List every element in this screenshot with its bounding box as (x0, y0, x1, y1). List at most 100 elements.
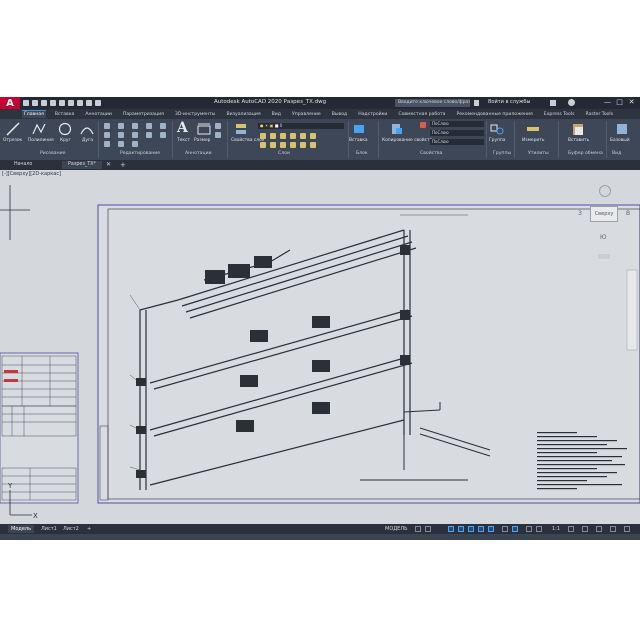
leader-icon[interactable] (215, 123, 221, 129)
panel-properties-title[interactable]: Свойства (420, 151, 442, 156)
base-view-label[interactable]: Базовый (610, 138, 630, 143)
autocad-logo-button[interactable]: A (0, 97, 20, 109)
offset-icon[interactable] (118, 141, 124, 147)
panel-clipboard-title[interactable]: Буфер обмена (568, 151, 603, 156)
tab-layout1[interactable]: Лист1 (38, 525, 60, 533)
maximize-button[interactable]: □ (615, 98, 624, 107)
panel-annotation-title[interactable]: Аннотации (185, 151, 212, 156)
annotation-visibility-icon[interactable] (526, 526, 532, 532)
paste-icon[interactable] (571, 122, 585, 136)
new-tab-icon[interactable]: + (120, 161, 126, 169)
dimension-button-label[interactable]: Размер (194, 138, 210, 143)
new-file-icon[interactable] (23, 100, 29, 106)
minimize-button[interactable]: — (603, 98, 612, 107)
annotation-autoscale-icon[interactable] (536, 526, 542, 532)
isodraft-icon[interactable] (468, 526, 474, 532)
measure-button-label[interactable]: Измерить (522, 138, 544, 143)
search-icon[interactable] (474, 100, 479, 106)
lineweight-icon[interactable] (502, 526, 508, 532)
compass-north-icon[interactable] (599, 185, 611, 197)
tab-model[interactable]: Модель (8, 525, 35, 533)
copy-icon[interactable] (160, 123, 166, 129)
layer-icon[interactable] (300, 133, 306, 139)
layer-icon[interactable] (280, 142, 286, 148)
circle-icon[interactable] (58, 122, 72, 136)
linetype-dropdown[interactable]: ПоСлою (430, 139, 484, 145)
color-swatch-icon[interactable] (420, 122, 426, 128)
base-view-icon[interactable] (615, 122, 629, 136)
text-button-label[interactable]: Текст (177, 138, 190, 143)
tab-layout2[interactable]: Лист2 (60, 525, 82, 533)
clean-screen-icon[interactable] (610, 526, 616, 532)
polyline-button-label[interactable]: Полилиния (28, 138, 54, 143)
paste-button-label[interactable]: Вставить (568, 138, 589, 143)
layer-icon[interactable] (260, 133, 266, 139)
tab-featured-apps[interactable]: Рекомендованные приложения (455, 111, 535, 118)
move-icon[interactable] (104, 123, 110, 129)
cart-icon[interactable] (550, 100, 556, 106)
close-tab-icon[interactable]: ✕ (106, 161, 111, 169)
tab-addins[interactable]: Надстройки (356, 111, 389, 118)
measure-icon[interactable] (526, 122, 540, 136)
tab-home[interactable]: Главная (22, 110, 46, 118)
save-icon[interactable] (41, 100, 47, 106)
dimension-icon[interactable] (197, 122, 211, 136)
line-icon[interactable] (6, 122, 20, 136)
layer-icon[interactable] (280, 133, 286, 139)
open-file-icon[interactable] (32, 100, 38, 106)
ucs-menu-icon[interactable] (598, 254, 610, 259)
tab-raster-tools[interactable]: Raster Tools (584, 111, 616, 118)
panel-draw-title[interactable]: Рисование (40, 151, 65, 156)
signin-button[interactable]: Войти в службы (488, 99, 530, 105)
tab-view[interactable]: Вид (270, 111, 283, 118)
layer-icon[interactable] (260, 142, 266, 148)
grid-icon[interactable] (415, 526, 421, 532)
tab-annotate[interactable]: Аннотации (83, 111, 114, 118)
search-input[interactable]: Введите ключевое слово/фразу (395, 99, 470, 107)
line-button-label[interactable]: Отрезок (3, 138, 22, 143)
navigation-bar[interactable] (626, 269, 638, 351)
circle-button-label[interactable]: Круг (60, 138, 71, 143)
isolate-objects-icon[interactable] (596, 526, 602, 532)
fillet-icon[interactable] (118, 132, 124, 138)
panel-layers-title[interactable]: Слои (278, 151, 290, 156)
group-icon[interactable] (490, 122, 504, 136)
scale-icon[interactable] (160, 132, 166, 138)
tab-parametric[interactable]: Параметризация (121, 111, 166, 118)
share-icon[interactable] (86, 100, 92, 106)
annotation-scale[interactable]: 1:1 (552, 525, 560, 533)
tab-express-tools[interactable]: Express Tools (542, 111, 577, 118)
lineweight-dropdown[interactable]: ПоСлою (430, 130, 484, 136)
close-button[interactable]: ✕ (627, 98, 636, 107)
new-layout-button[interactable]: + (84, 525, 94, 533)
match-properties-label[interactable]: Копирование свойств (382, 138, 432, 143)
layer-dropdown[interactable]: ● ☀ ▣ ■ 0 (258, 123, 344, 129)
insert-block-label[interactable]: Вставка (349, 138, 368, 143)
explode-icon[interactable] (132, 132, 138, 138)
transparency-icon[interactable] (512, 526, 518, 532)
panel-view-title[interactable]: Вид (612, 151, 621, 156)
panel-groups-title[interactable]: Группы (493, 151, 511, 156)
layer-icon[interactable] (310, 142, 316, 148)
tab-visualize[interactable]: Визуализация (224, 111, 262, 118)
layer-icon[interactable] (310, 133, 316, 139)
panel-modify-title[interactable]: Редактирование (120, 151, 160, 156)
polyline-icon[interactable] (32, 122, 46, 136)
tab-start[interactable]: Начало (8, 161, 38, 169)
customize-quick-access-icon[interactable] (95, 100, 101, 106)
layer-icon[interactable] (300, 142, 306, 148)
arc-icon[interactable] (80, 122, 94, 136)
undo-icon[interactable] (68, 100, 74, 106)
layer-icon[interactable] (290, 133, 296, 139)
arc-button-label[interactable]: Дуга (82, 138, 93, 143)
snap-icon[interactable] (425, 526, 431, 532)
color-dropdown[interactable]: ПоСлою (430, 121, 484, 127)
layer-icon[interactable] (290, 142, 296, 148)
array-icon[interactable] (104, 141, 110, 147)
table-icon[interactable] (215, 132, 221, 138)
mirror-icon[interactable] (104, 132, 110, 138)
tab-output[interactable]: Вывод (330, 111, 349, 118)
panel-block-title[interactable]: Блок (356, 151, 368, 156)
erase-icon[interactable] (146, 123, 152, 129)
redo-icon[interactable] (77, 100, 83, 106)
